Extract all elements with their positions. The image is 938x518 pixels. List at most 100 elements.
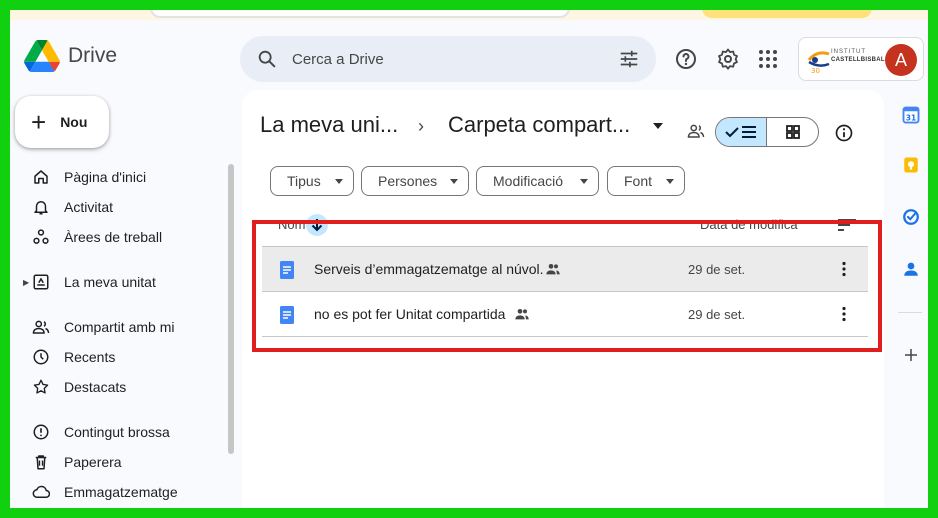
shared-people-icon xyxy=(515,309,529,320)
sidebar-scrollbar[interactable] xyxy=(228,164,234,454)
sidebar-item-recent[interactable]: Recents xyxy=(10,344,220,370)
filter-label: Font xyxy=(624,173,653,189)
breadcrumb-current[interactable]: Carpeta compart... xyxy=(448,112,630,138)
chevron-down-icon xyxy=(450,179,458,184)
info-icon[interactable] xyxy=(834,123,854,143)
drive-window: Drive Cerca a Drive 30 INSTITUT CASTELLB… xyxy=(10,10,928,508)
sidebar-item-label: La meva unitat xyxy=(64,274,156,290)
workspaces-icon xyxy=(33,229,49,244)
sidebar-item-label: Destacats xyxy=(64,379,127,395)
file-modified-date: 29 de set. xyxy=(688,261,746,277)
search-options-icon[interactable] xyxy=(618,48,640,70)
account-switcher[interactable]: 30 INSTITUT CASTELLBISBAL A xyxy=(798,37,924,81)
sidebar-item-label: Recents xyxy=(64,349,116,365)
filter-source-chip[interactable]: Font xyxy=(607,166,685,196)
institution-line-1: INSTITUT xyxy=(831,49,866,55)
chevron-down-icon xyxy=(666,179,674,184)
arrow-down-icon xyxy=(311,219,323,232)
file-name[interactable]: no es pot fer Unitat compartida xyxy=(314,306,505,322)
expand-caret-icon[interactable]: ▶ xyxy=(23,278,29,287)
app-brand: Drive xyxy=(68,44,118,67)
search-bar[interactable]: Cerca a Drive xyxy=(240,36,656,82)
sidebar-item-starred[interactable]: Destacats xyxy=(10,374,220,400)
rail-divider xyxy=(898,312,922,313)
banner-button[interactable] xyxy=(702,10,872,18)
filter-label: Tipus xyxy=(287,173,321,189)
sidebar-item-shared[interactable]: Compartit amb mi xyxy=(10,314,220,340)
trash-icon xyxy=(35,455,47,470)
sort-direction-button[interactable] xyxy=(306,214,328,236)
new-button[interactable]: + Nou xyxy=(15,96,109,148)
google-doc-icon xyxy=(280,306,294,324)
sidebar-item-label: Contingut brossa xyxy=(64,424,170,440)
svg-text:30: 30 xyxy=(811,67,820,74)
star-icon xyxy=(33,379,49,394)
sidebar-item-trash[interactable]: Paperera xyxy=(10,449,220,475)
sidebar-item-label: Emmagatzematge xyxy=(64,484,178,500)
filter-modified-chip[interactable]: Modificació xyxy=(476,166,599,196)
manage-access-icon[interactable] xyxy=(687,122,705,140)
sidebar-item-my-drive[interactable]: ▶ La meva unitat xyxy=(10,269,220,295)
institution-emblem-icon: 30 xyxy=(807,51,830,75)
sidebar-item-workspaces[interactable]: Àrees de treball xyxy=(10,224,220,250)
chevron-down-icon xyxy=(335,179,343,184)
list-icon xyxy=(742,126,756,138)
institution-logo: 30 INSTITUT CASTELLBISBAL xyxy=(805,46,885,75)
new-button-label: Nou xyxy=(60,114,88,130)
sidebar-item-label: Compartit amb mi xyxy=(64,319,175,335)
grid-view-button[interactable] xyxy=(767,118,818,146)
table-row[interactable]: Serveis d’emmagatzematge al núvol. 29 de… xyxy=(262,246,868,291)
search-icon[interactable] xyxy=(256,48,278,70)
sidebar-item-label: Activitat xyxy=(64,199,114,215)
sidebar-item-label: Àrees de treball xyxy=(64,229,163,245)
plus-icon: + xyxy=(31,107,47,137)
sidebar-item-home[interactable]: Pàgina d'inici xyxy=(10,164,220,190)
sidebar-item-label: Paperera xyxy=(64,454,122,470)
apps-grid-icon[interactable] xyxy=(756,47,780,71)
chevron-down-icon xyxy=(580,179,588,184)
help-icon[interactable] xyxy=(674,47,698,71)
grid-icon xyxy=(785,125,800,139)
calendar-icon[interactable]: 31 xyxy=(902,106,920,124)
drive-logo[interactable]: Drive xyxy=(24,40,117,72)
view-toggle xyxy=(715,117,819,147)
sidebar-item-storage[interactable]: Emmagatzematge xyxy=(10,479,220,505)
main-content: La meva uni... › Carpeta compart... Tipu… xyxy=(242,90,884,508)
more-actions-icon[interactable] xyxy=(836,306,852,322)
sort-options-icon[interactable] xyxy=(838,218,856,232)
top-banner xyxy=(10,10,928,20)
contacts-icon[interactable] xyxy=(902,260,920,278)
filter-label: Modificació xyxy=(493,173,564,189)
breadcrumb-parent[interactable]: La meva uni... xyxy=(260,112,398,138)
sidebar-item-label: Pàgina d'inici xyxy=(64,169,147,185)
gear-icon[interactable] xyxy=(716,47,740,71)
add-addon-icon[interactable] xyxy=(902,346,920,364)
spam-icon xyxy=(33,424,49,440)
svg-text:31: 31 xyxy=(906,113,916,122)
google-doc-icon xyxy=(280,261,294,279)
chevron-down-icon[interactable] xyxy=(652,120,664,132)
clock-icon xyxy=(33,349,49,365)
filter-people-chip[interactable]: Persones xyxy=(361,166,469,196)
list-view-button[interactable] xyxy=(716,118,768,146)
more-actions-icon[interactable] xyxy=(836,261,852,277)
search-input[interactable]: Cerca a Drive xyxy=(292,51,618,68)
avatar[interactable]: A xyxy=(885,44,917,76)
filter-label: Persones xyxy=(378,173,438,189)
drive-logo-icon xyxy=(24,40,60,72)
tasks-icon[interactable] xyxy=(902,208,920,226)
table-row[interactable]: no es pot fer Unitat compartida 29 de se… xyxy=(262,291,868,336)
filter-type-chip[interactable]: Tipus xyxy=(270,166,354,196)
shared-people-icon xyxy=(32,320,50,334)
banner-field xyxy=(150,10,570,18)
column-header-modified[interactable]: Data de modifica xyxy=(700,217,798,232)
sidebar-item-activity[interactable]: Activitat xyxy=(10,194,220,220)
shared-people-icon xyxy=(546,264,560,275)
institution-line-2: CASTELLBISBAL xyxy=(831,57,885,63)
side-panel-rail: 31 xyxy=(890,90,928,508)
bell-icon xyxy=(34,201,48,215)
keep-icon[interactable] xyxy=(902,156,920,174)
file-name[interactable]: Serveis d’emmagatzematge al núvol. xyxy=(314,261,544,277)
column-header-name[interactable]: Nom xyxy=(278,217,305,232)
sidebar-item-spam[interactable]: Contingut brossa xyxy=(10,419,220,445)
